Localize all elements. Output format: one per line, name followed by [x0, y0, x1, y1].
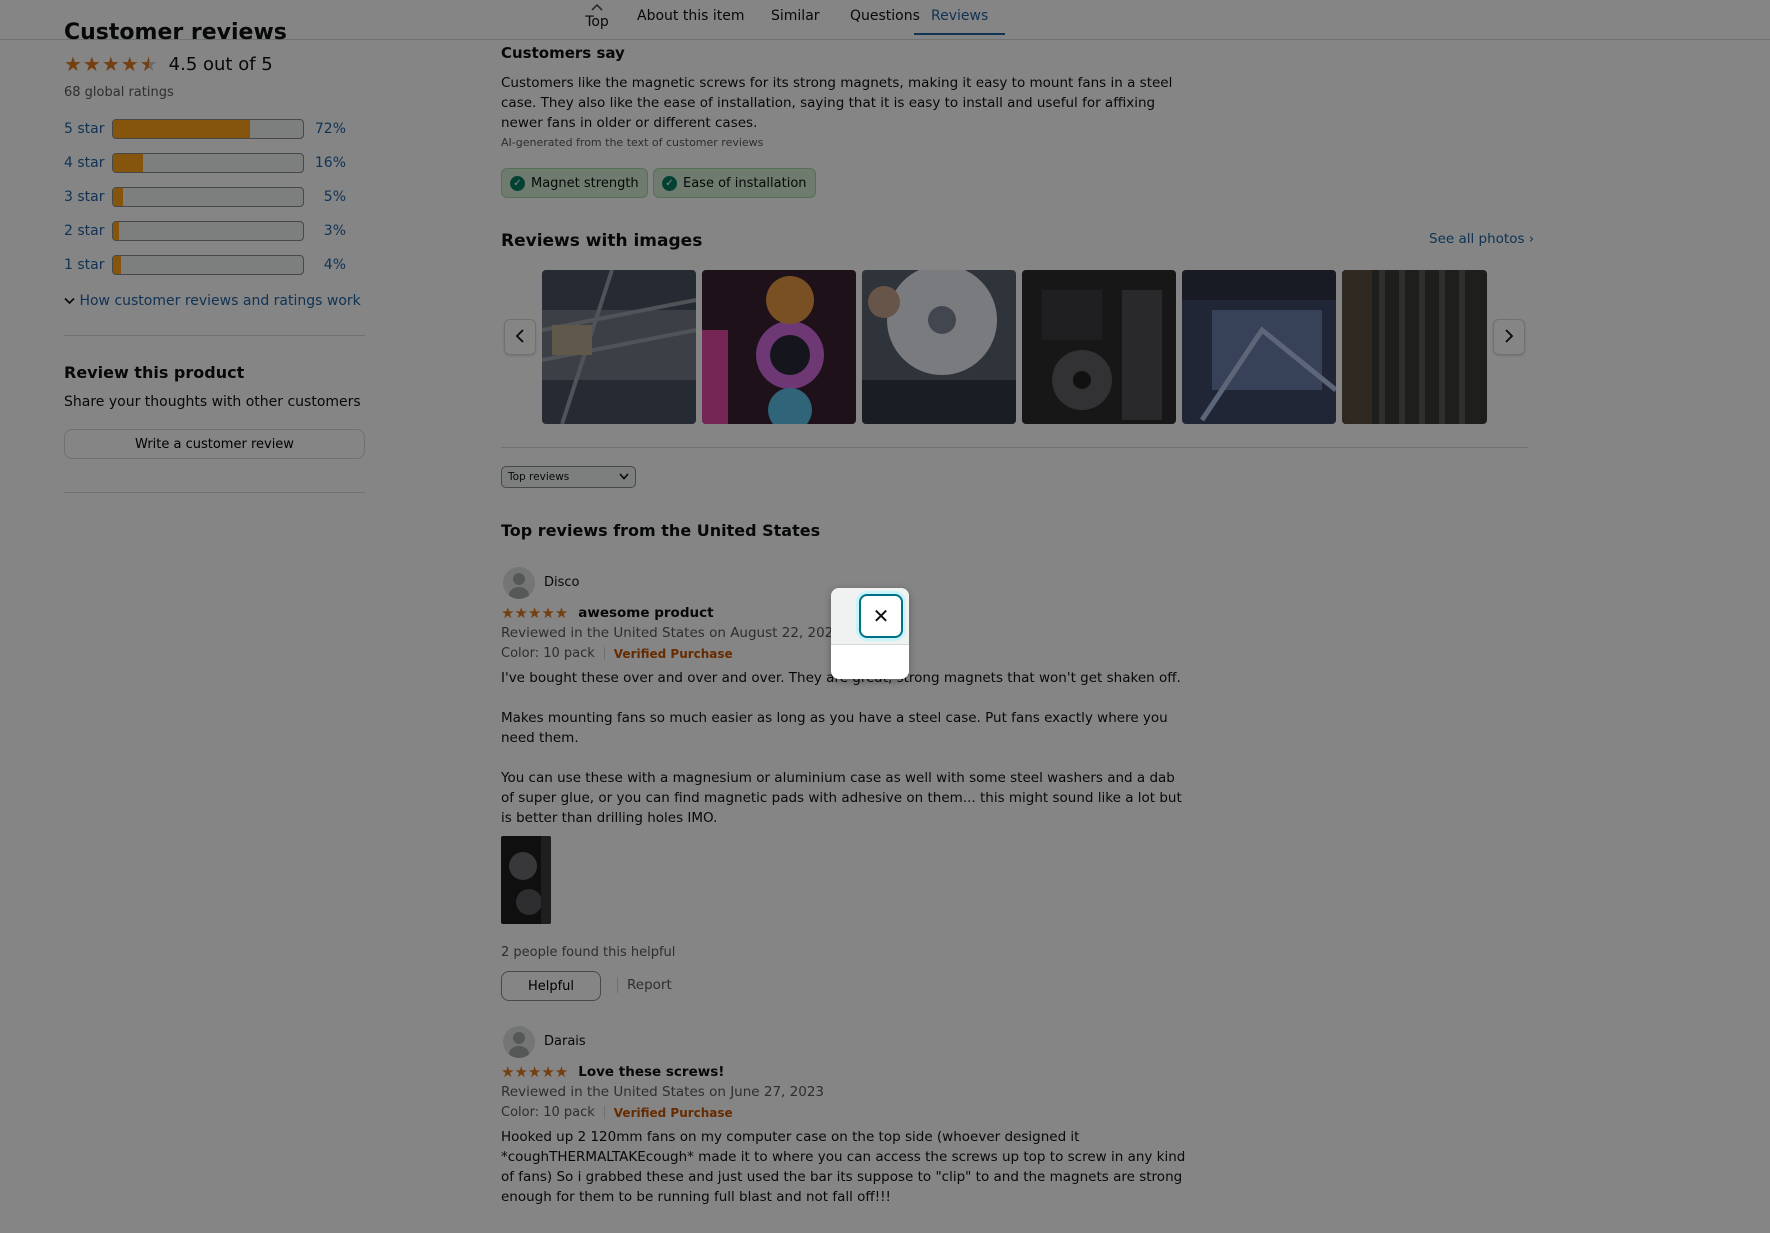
popup-dialog: ✕ — [831, 588, 909, 679]
close-icon: ✕ — [872, 604, 890, 628]
close-button[interactable]: ✕ — [859, 594, 903, 638]
